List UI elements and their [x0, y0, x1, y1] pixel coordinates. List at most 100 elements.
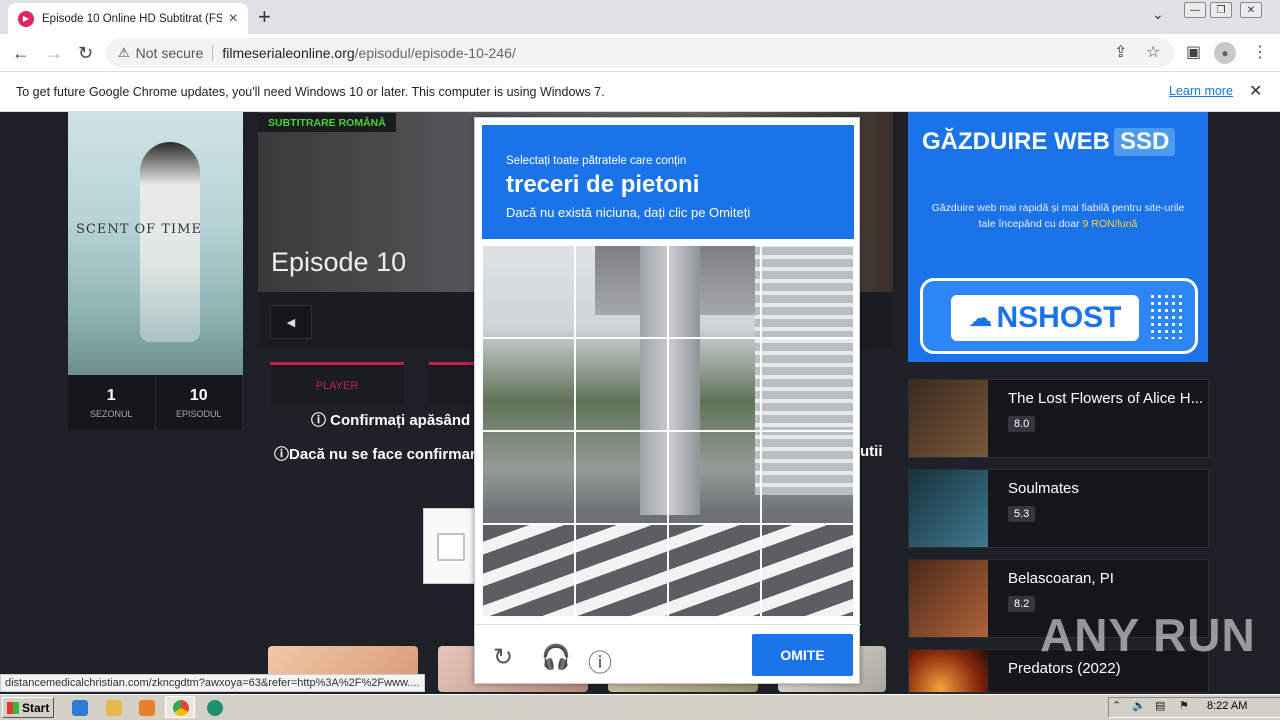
tab-close-icon[interactable]: ×: [229, 10, 238, 28]
server-vent-dots: [1149, 293, 1185, 339]
server-illustration: ☁ NSHOST: [920, 278, 1198, 354]
captcha-tile[interactable]: [668, 245, 761, 338]
captcha-checkbox[interactable]: [437, 533, 465, 561]
bookmark-star-icon[interactable]: ☆: [1146, 42, 1160, 62]
captcha-tile[interactable]: [761, 524, 854, 617]
tray-expand-icon[interactable]: ⌃: [1112, 699, 1121, 712]
captcha-footer: ↻ 🎧 ⓘ OMITE: [475, 624, 861, 684]
chrome-icon: [173, 700, 189, 716]
captcha-tile[interactable]: [668, 431, 761, 524]
poster-figure: [140, 142, 200, 342]
captcha-grid: [482, 245, 854, 617]
nshost-logo: ☁ NSHOST: [951, 295, 1139, 341]
captcha-tile[interactable]: [482, 245, 575, 338]
info-icon[interactable]: ⓘ: [588, 643, 612, 678]
confirm-text-2: Dacă nu se face confirmare: [289, 446, 485, 463]
recommendation-thumbnail: [909, 470, 988, 547]
confirm-text-1: Confirmați apăsând c: [330, 412, 483, 429]
episode-label: EPISODUL: [175, 408, 222, 419]
new-tab-button[interactable]: +: [258, 4, 271, 30]
minimize-window-button[interactable]: —: [1184, 2, 1206, 18]
captcha-tile[interactable]: [761, 431, 854, 524]
season-stat: 1 SEZONUL: [68, 375, 156, 430]
close-window-button[interactable]: ✕: [1240, 2, 1262, 18]
windows-logo-icon: [7, 701, 19, 714]
warning-icon: ⚠: [118, 45, 130, 60]
recommendation-thumbnail: [909, 560, 988, 637]
url-path: /episodul/episode-10-246/: [354, 45, 516, 61]
captcha-checkbox-widget[interactable]: [423, 508, 475, 584]
share-icon[interactable]: ⇪: [1114, 42, 1127, 62]
captcha-tile[interactable]: [482, 338, 575, 431]
list-item[interactable]: The Lost Flowers of Alice H... 8.0: [908, 379, 1209, 458]
captcha-tile[interactable]: [482, 431, 575, 524]
ad-badge: SSD: [1114, 128, 1176, 156]
recommendation-title: The Lost Flowers of Alice H...: [1008, 390, 1204, 407]
reload-icon[interactable]: ↻: [493, 643, 513, 672]
season-number: 1: [106, 386, 116, 404]
captcha-tile[interactable]: [575, 338, 668, 431]
season-label: SEZONUL: [89, 408, 133, 419]
score-badge: 8.2: [1008, 596, 1036, 612]
back-arrow-icon[interactable]: ←: [12, 43, 30, 64]
captcha-tile[interactable]: [668, 524, 761, 617]
list-item[interactable]: Soulmates 5.3: [908, 469, 1209, 548]
tab-player[interactable]: PLAYER: [270, 362, 404, 406]
episode-title: Episode 10: [271, 247, 407, 277]
audio-headphones-icon[interactable]: 🎧: [541, 643, 571, 672]
captcha-header: Selectați toate pătratele care conțin tr…: [482, 125, 854, 239]
network-icon[interactable]: ▤: [1155, 699, 1165, 712]
learn-more-link[interactable]: Learn more: [1169, 84, 1233, 98]
tab-title: Episode 10 Online HD Subtitrat (FSC: [42, 12, 222, 25]
tab-secondary[interactable]: [429, 362, 479, 406]
start-button[interactable]: Start: [2, 697, 54, 718]
internet-explorer-icon[interactable]: [72, 700, 88, 716]
recommendation-info: The Lost Flowers of Alice H... 8.0: [988, 380, 1208, 457]
edge-icon[interactable]: [207, 700, 223, 716]
confirm-text: ⓘ Confirmați apăsând c: [311, 412, 483, 429]
ad-heading: GĂZDUIRE WEB SSD: [922, 128, 1176, 156]
captcha-tile[interactable]: [575, 245, 668, 338]
restore-window-button[interactable]: ❐: [1210, 2, 1232, 18]
recommendation-title: Predators (2022): [1008, 660, 1121, 677]
media-player-icon[interactable]: [139, 700, 155, 716]
score-badge: 8.0: [1008, 416, 1036, 432]
taskbar-clock[interactable]: 8:22 AM: [1207, 700, 1247, 712]
captcha-tile[interactable]: [761, 338, 854, 431]
recommendation-thumbnail: [909, 380, 988, 457]
browser-tab[interactable]: ▶ Episode 10 Online HD Subtitrat (FSC ×: [8, 3, 248, 34]
tab-search-chevron-icon[interactable]: ⌄: [1152, 6, 1164, 23]
file-explorer-icon[interactable]: [106, 700, 122, 716]
cloud-icon: ☁: [968, 304, 993, 332]
recommendation-title: Soulmates: [1008, 480, 1079, 497]
ad-price: 9 RON/lună: [1082, 218, 1138, 230]
update-infobar: To get future Google Chrome updates, you…: [0, 72, 1280, 112]
volume-icon[interactable]: 🔈: [1132, 699, 1146, 712]
previous-episode-button[interactable]: ◀: [270, 305, 312, 339]
profile-avatar-icon[interactable]: ●: [1214, 42, 1236, 64]
infobar-close-icon[interactable]: ✕: [1249, 81, 1262, 101]
side-panel-icon[interactable]: ▣: [1186, 42, 1201, 62]
captcha-tile[interactable]: [761, 245, 854, 338]
menu-kebab-icon[interactable]: ⋮: [1252, 42, 1268, 62]
action-center-flag-icon[interactable]: ⚑: [1179, 699, 1189, 712]
captcha-challenge: Selectați toate pătratele care conțin tr…: [474, 117, 861, 684]
chrome-taskbar-button[interactable]: [165, 696, 195, 718]
captcha-tile[interactable]: [668, 338, 761, 431]
captcha-tile[interactable]: [482, 524, 575, 617]
captcha-hint: Dacă nu există niciuna, dați clic pe Omi…: [506, 205, 751, 220]
confirm-notice: ⓘDacă nu se face confirmare: [274, 446, 485, 463]
security-label: Not secure: [135, 45, 204, 61]
subtitle-tag: SUBTITRARE ROMÂNĂ: [258, 113, 396, 132]
hosting-ad[interactable]: GĂZDUIRE WEB SSD Găzduire web mai rapidă …: [908, 112, 1208, 362]
captcha-tile[interactable]: [575, 431, 668, 524]
poster-title: SCENT OF TIME: [76, 222, 202, 237]
show-poster[interactable]: SCENT OF TIME: [68, 112, 243, 375]
captcha-tile[interactable]: [575, 524, 668, 617]
address-bar[interactable]: ⚠ Not secure filmeserialeonline.org/epis…: [106, 38, 1174, 68]
reload-icon[interactable]: ↻: [78, 43, 93, 64]
forward-arrow-icon[interactable]: →: [45, 43, 63, 64]
browser-toolbar: ← → ↻ ⚠ Not secure filmeserialeonline.or…: [0, 34, 1280, 72]
url-text: filmeserialeonline.org/episodul/episode-…: [222, 45, 515, 61]
skip-button[interactable]: OMITE: [752, 634, 853, 676]
